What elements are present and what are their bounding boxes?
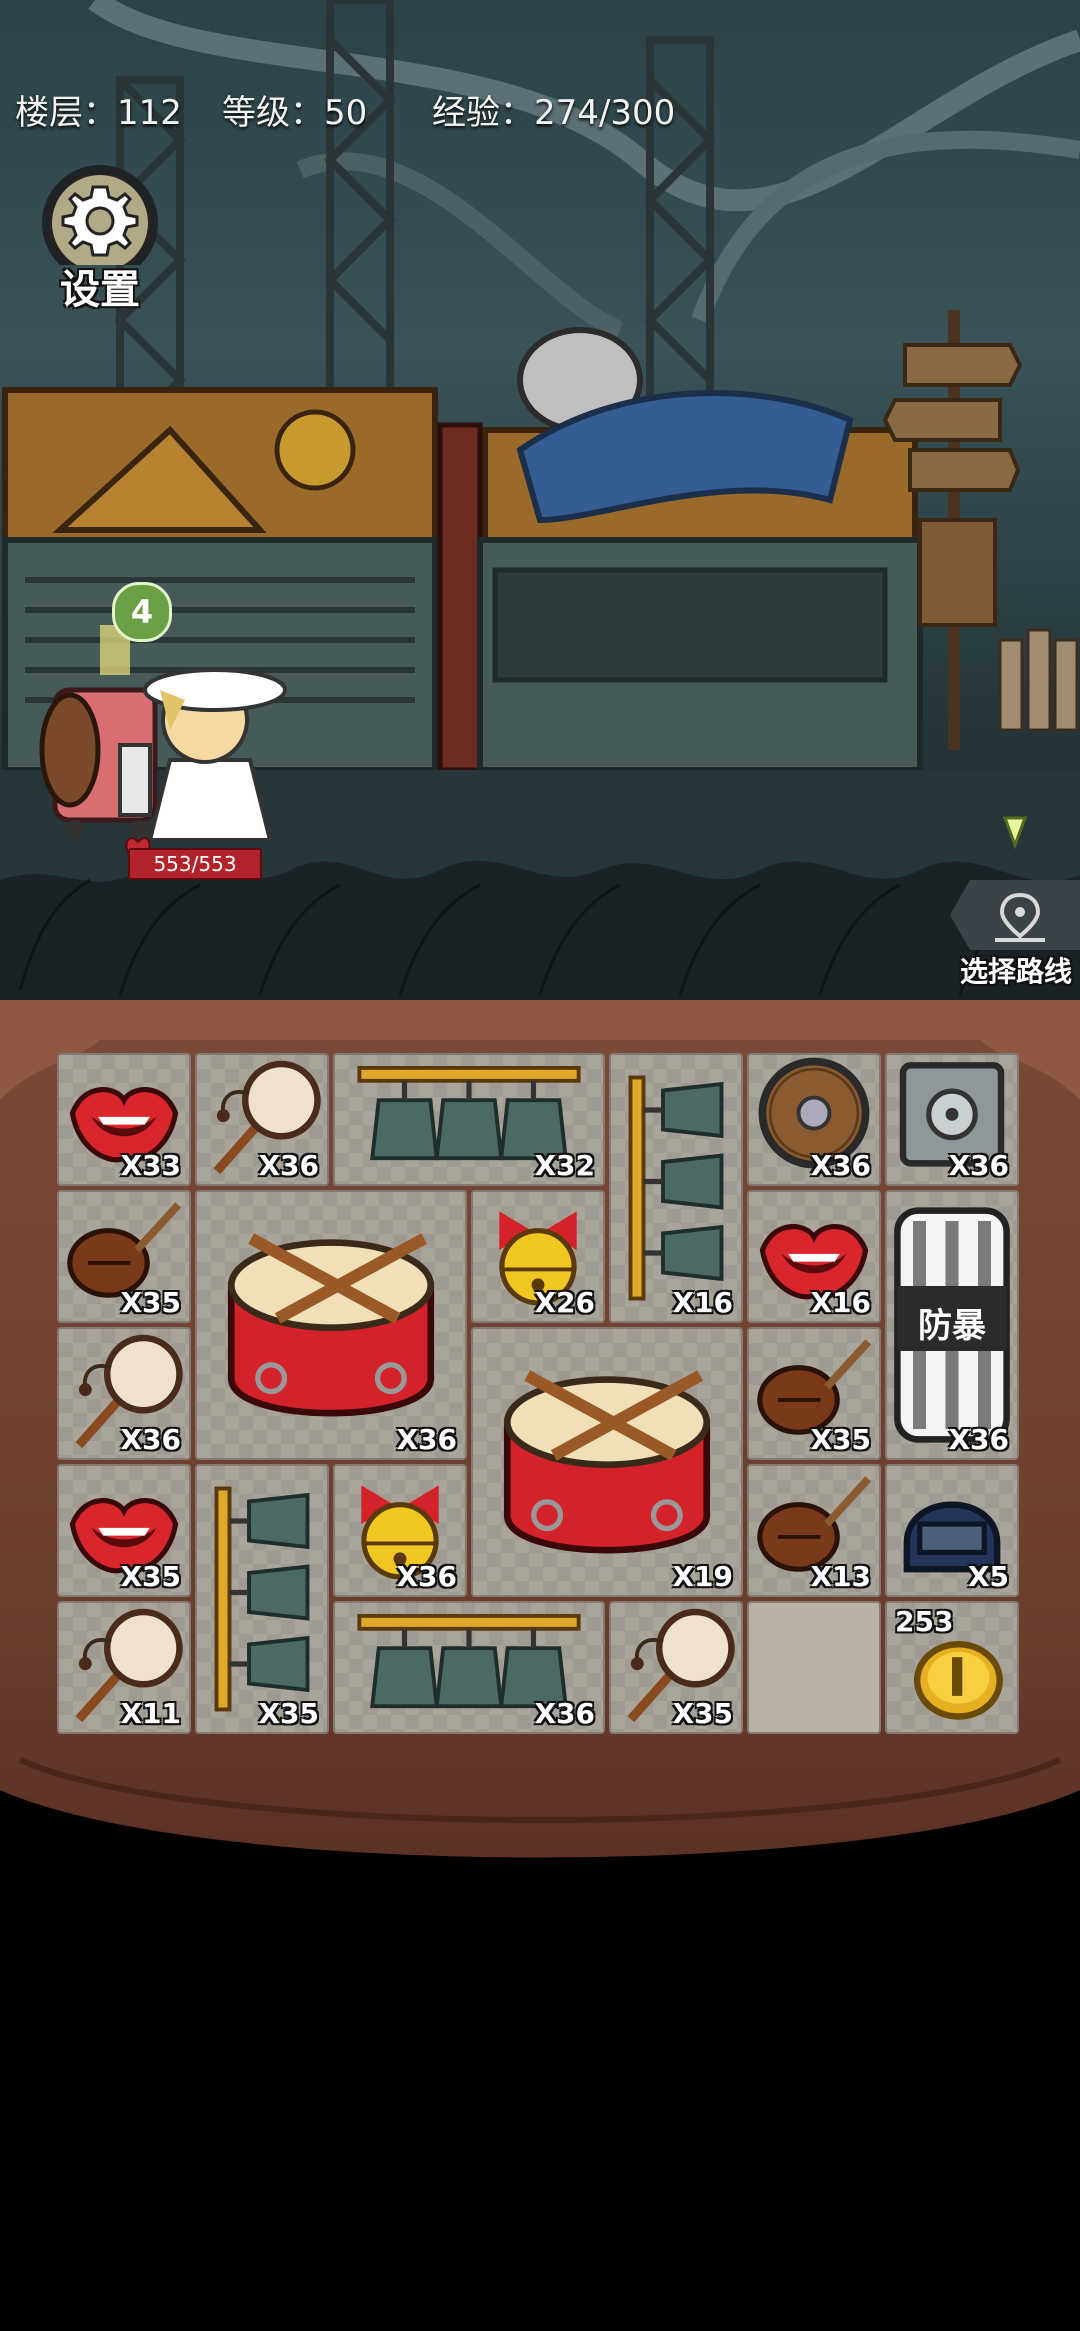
item-quantity: X35: [120, 1286, 181, 1319]
select-route-label: 选择路线: [959, 955, 1072, 988]
level-counter: 等级：50: [222, 93, 368, 133]
bronze-bells-item[interactable]: X36: [333, 1601, 605, 1734]
player-level-badge: 4: [112, 582, 172, 642]
item-quantity: X19: [672, 1560, 733, 1593]
bronze-bells-vertical-item[interactable]: X35: [195, 1464, 329, 1734]
item-quantity: 253: [895, 1605, 954, 1638]
hp-bar: 553/553: [128, 848, 262, 880]
empty-slot[interactable]: [747, 1601, 881, 1734]
rattle-drum-item[interactable]: X11: [57, 1601, 191, 1734]
lips-item[interactable]: X16: [747, 1190, 881, 1323]
big-drum-item[interactable]: X19: [471, 1327, 743, 1597]
item-quantity: X13: [810, 1560, 871, 1593]
item-quantity: X36: [120, 1423, 181, 1456]
item-quantity: X32: [534, 1149, 595, 1182]
item-quantity: X26: [534, 1286, 595, 1319]
big-drum-item[interactable]: X36: [195, 1190, 467, 1460]
drum-icon: [197, 1192, 465, 1458]
item-quantity: X35: [120, 1560, 181, 1593]
item-quantity: X33: [120, 1149, 181, 1182]
settings-button[interactable]: 设置: [35, 165, 165, 315]
bells-vertical-icon: [197, 1466, 327, 1732]
gear-icon: [42, 165, 158, 281]
riot-shield-text: 防暴: [918, 1306, 986, 1347]
bronze-bells-item[interactable]: X32: [333, 1053, 605, 1186]
golden-bell-item[interactable]: X26: [471, 1190, 605, 1323]
item-quantity: X35: [672, 1697, 733, 1730]
rattle-drum-item[interactable]: X36: [195, 1053, 329, 1186]
round-shield-item[interactable]: X36: [747, 1053, 881, 1186]
rattle-drum-item[interactable]: X35: [609, 1601, 743, 1734]
item-quantity: X35: [810, 1423, 871, 1456]
item-quantity: X16: [810, 1286, 871, 1319]
item-quantity: X36: [534, 1697, 595, 1730]
pipa-item[interactable]: X35: [57, 1190, 191, 1323]
lips-item[interactable]: X35: [57, 1464, 191, 1597]
safe-item[interactable]: X36: [885, 1053, 1019, 1186]
rattle-drum-item[interactable]: X36: [57, 1327, 191, 1460]
lips-item[interactable]: X33: [57, 1053, 191, 1186]
golden-bell-item[interactable]: X36: [333, 1464, 467, 1597]
item-quantity: X11: [120, 1697, 181, 1730]
item-quantity: X5: [967, 1560, 1009, 1593]
item-quantity: X36: [396, 1560, 457, 1593]
item-quantity: X36: [810, 1149, 871, 1182]
riot-shield-item[interactable]: 防暴 X36: [885, 1190, 1019, 1460]
select-route-button[interactable]: 选择路线: [950, 816, 1080, 1000]
exp-counter: 经验：274/300: [432, 93, 676, 133]
helmet-item[interactable]: X5: [885, 1464, 1019, 1597]
settings-label: 设置: [60, 267, 140, 313]
bronze-bells-vertical-item[interactable]: X16: [609, 1053, 743, 1323]
bells-vertical-icon: [611, 1055, 741, 1321]
pipa-item[interactable]: X35: [747, 1327, 881, 1460]
item-quantity: X36: [396, 1423, 457, 1456]
item-quantity: X16: [672, 1286, 733, 1319]
item-quantity: X36: [948, 1423, 1009, 1456]
item-quantity: X36: [948, 1149, 1009, 1182]
coin-item[interactable]: 253: [885, 1601, 1019, 1734]
hp-text: 553/553: [153, 852, 237, 876]
item-quantity: X35: [258, 1697, 319, 1730]
pipa-item[interactable]: X13: [747, 1464, 881, 1597]
floor-counter: 楼层：112: [15, 93, 182, 133]
item-quantity: X36: [258, 1149, 319, 1182]
inventory-grid: X33 X36 X32 X16 X36 X36 X35 X36 X26 X16 防暴 X36 X36 X1…: [57, 1053, 1023, 1738]
drum-icon: [473, 1329, 741, 1595]
game-scene: 楼层：112 等级：50 经验：274/300 设置 4 553/553 选择路…: [0, 0, 1080, 1000]
